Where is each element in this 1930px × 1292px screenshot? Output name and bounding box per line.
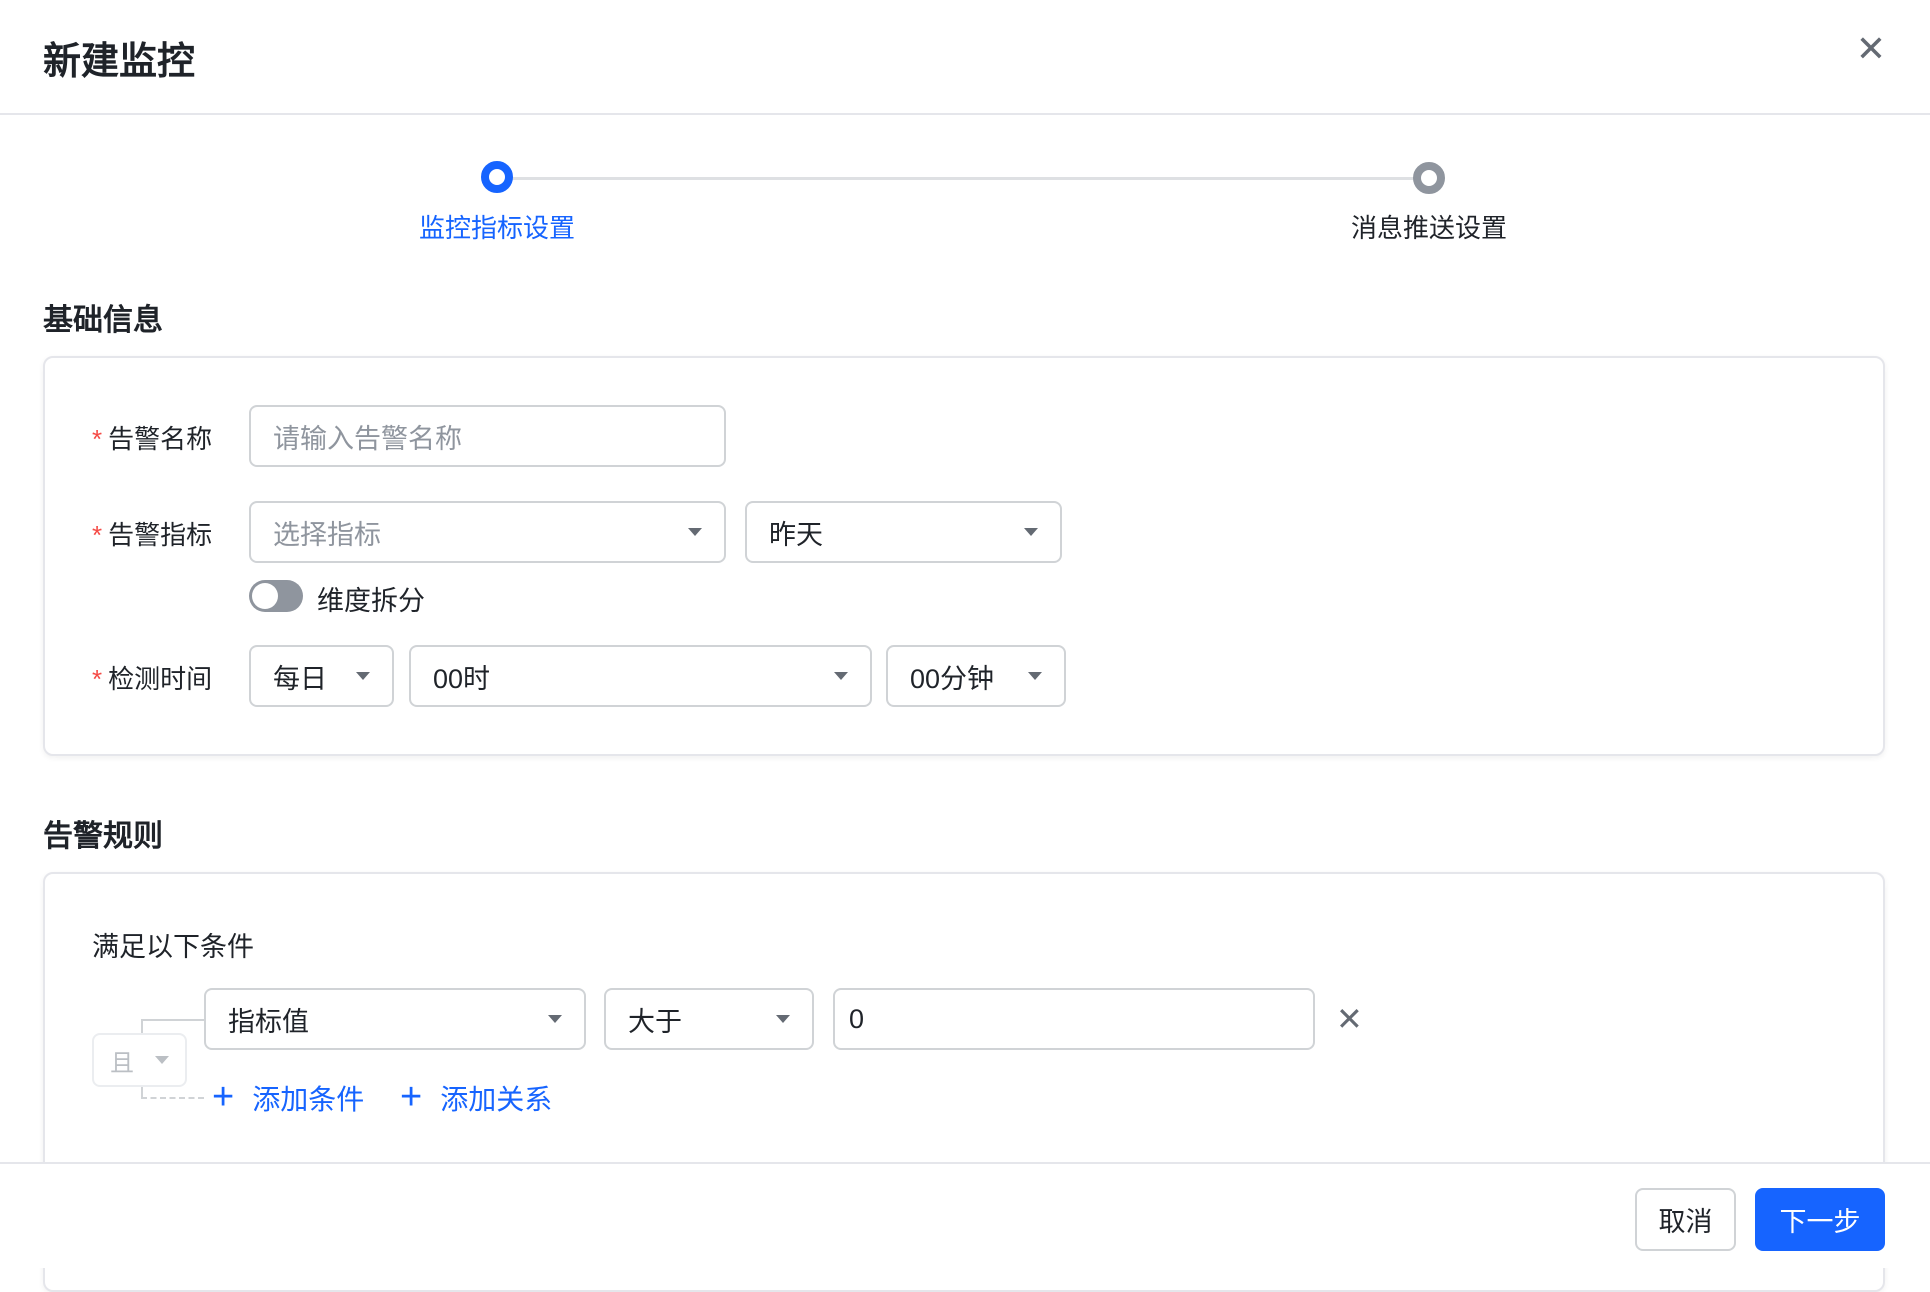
plus-icon: + bbox=[212, 1076, 235, 1118]
condition-operator-value: 大于 bbox=[628, 1006, 682, 1037]
name-label: * 告警名称 bbox=[92, 424, 213, 454]
chevron-down-icon bbox=[155, 1056, 169, 1064]
tree-line-top bbox=[141, 1019, 204, 1021]
header-divider bbox=[0, 113, 1930, 115]
tree-line-vert bbox=[141, 1019, 143, 1033]
time-label: * 检测时间 bbox=[92, 664, 213, 694]
chevron-down-icon bbox=[834, 672, 848, 680]
toggle-knob bbox=[252, 583, 278, 609]
plus-icon: + bbox=[400, 1076, 423, 1118]
name-label-text: 告警名称 bbox=[108, 424, 213, 454]
dialog-title: 新建监控 bbox=[43, 41, 196, 83]
tree-line-vert-bottom bbox=[141, 1087, 143, 1097]
metric-placeholder: 选择指标 bbox=[273, 519, 381, 550]
minute-value: 00分钟 bbox=[910, 663, 995, 694]
relation-select[interactable]: 且 bbox=[92, 1033, 187, 1087]
condition-value-input[interactable]: 0 bbox=[833, 988, 1315, 1050]
condition-field-value: 指标值 bbox=[228, 1006, 309, 1037]
chevron-down-icon bbox=[688, 528, 702, 536]
section-rules-title: 告警规则 bbox=[43, 820, 163, 853]
chevron-down-icon bbox=[548, 1015, 562, 1023]
condition-field-select[interactable]: 指标值 bbox=[204, 988, 586, 1050]
chevron-down-icon bbox=[1028, 672, 1042, 680]
rules-subtitle: 满足以下条件 bbox=[92, 932, 254, 962]
hour-select[interactable]: 00时 bbox=[409, 645, 872, 707]
step-1-dot bbox=[481, 161, 513, 193]
relation-value: 且 bbox=[110, 1049, 134, 1077]
period-value: 昨天 bbox=[769, 519, 823, 550]
close-icon[interactable]: ✕ bbox=[1852, 30, 1890, 68]
add-condition-link[interactable]: + 添加条件 bbox=[212, 1076, 364, 1119]
add-condition-label: 添加条件 bbox=[252, 1083, 365, 1115]
minute-select[interactable]: 00分钟 bbox=[886, 645, 1066, 707]
condition-operator-select[interactable]: 大于 bbox=[604, 988, 814, 1050]
cancel-button[interactable]: 取消 bbox=[1635, 1188, 1736, 1251]
period-select[interactable]: 昨天 bbox=[745, 501, 1062, 563]
hour-value: 00时 bbox=[433, 663, 491, 694]
tree-line-bottom bbox=[141, 1097, 204, 1099]
metric-select[interactable]: 选择指标 bbox=[249, 501, 726, 563]
remove-condition-icon[interactable]: ✕ bbox=[1336, 1000, 1363, 1038]
dimension-split-toggle[interactable] bbox=[249, 580, 303, 612]
time-label-text: 检测时间 bbox=[108, 664, 213, 694]
next-button[interactable]: 下一步 bbox=[1755, 1188, 1885, 1251]
condition-value: 0 bbox=[849, 1003, 865, 1034]
dimension-split-label: 维度拆分 bbox=[317, 586, 425, 616]
step-2-dot bbox=[1413, 162, 1445, 194]
frequency-value: 每日 bbox=[273, 663, 327, 694]
add-relation-link[interactable]: + 添加关系 bbox=[400, 1076, 552, 1119]
chevron-down-icon bbox=[356, 672, 370, 680]
add-relation-label: 添加关系 bbox=[440, 1083, 553, 1115]
chevron-down-icon bbox=[1024, 528, 1038, 536]
step-1-label[interactable]: 监控指标设置 bbox=[347, 208, 647, 245]
alert-name-input[interactable]: 请输入告警名称 bbox=[249, 405, 726, 467]
metric-label-text: 告警指标 bbox=[108, 520, 213, 550]
alert-name-placeholder: 请输入告警名称 bbox=[273, 423, 462, 454]
steps-connector bbox=[497, 177, 1429, 180]
metric-label: * 告警指标 bbox=[92, 520, 213, 550]
frequency-select[interactable]: 每日 bbox=[249, 645, 394, 707]
section-basic-title: 基础信息 bbox=[43, 304, 163, 337]
step-2-label[interactable]: 消息推送设置 bbox=[1279, 208, 1579, 245]
chevron-down-icon bbox=[776, 1015, 790, 1023]
